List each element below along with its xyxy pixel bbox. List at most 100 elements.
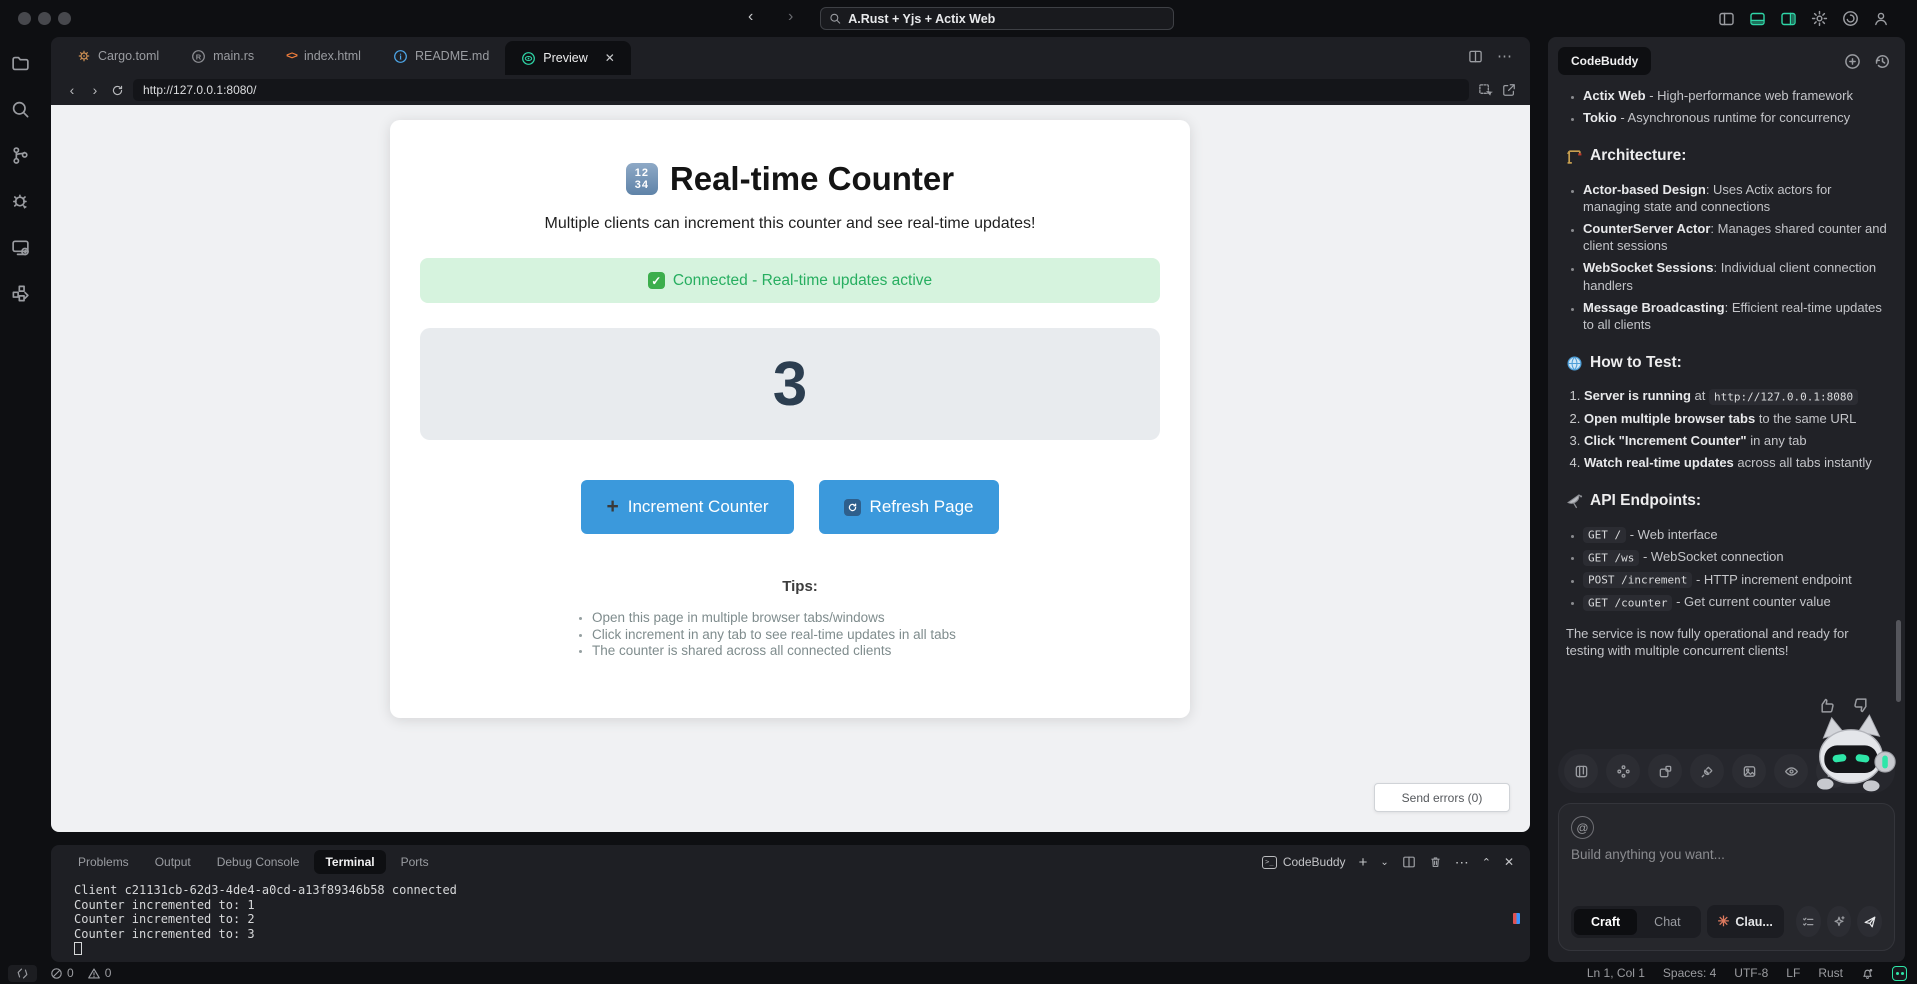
tip-item: The counter is shared across all connect…	[592, 643, 1010, 660]
browser-logo-icon[interactable]	[1842, 10, 1859, 27]
notifications-bell-icon[interactable]	[1861, 967, 1874, 980]
eye-icon[interactable]	[1774, 754, 1808, 788]
errors-count: 0	[67, 966, 74, 980]
tab-label: README.md	[414, 49, 490, 63]
window-minimize-button[interactable]	[38, 12, 51, 25]
dots-icon[interactable]	[1606, 754, 1640, 788]
terminal-line: Counter incremented to: 3	[74, 926, 255, 941]
claude-logo-icon: ✳	[1717, 913, 1730, 929]
history-icon[interactable]	[1874, 53, 1891, 70]
errors-indicator[interactable]: 0	[50, 966, 74, 980]
terminal-instance[interactable]: >_ CodeBuddy	[1261, 855, 1346, 869]
model-selector[interactable]: ✳ Clau...	[1706, 905, 1784, 938]
remote-indicator[interactable]	[8, 964, 37, 982]
window-zoom-button[interactable]	[58, 12, 71, 25]
html-code-icon: <>	[286, 50, 298, 62]
encoding-indicator[interactable]: UTF-8	[1734, 966, 1768, 980]
layout-sidebar-left-icon[interactable]	[1718, 11, 1735, 27]
plus-emoji-icon: +	[606, 495, 619, 518]
new-chat-icon[interactable]	[1844, 53, 1861, 70]
chat-session-tab[interactable]: CodeBuddy	[1558, 47, 1652, 75]
tab-close-icon[interactable]: ✕	[605, 51, 615, 65]
line-col-indicator[interactable]: Ln 1, Col 1	[1587, 966, 1645, 980]
editor-more-actions-icon[interactable]: ⋯	[1497, 47, 1512, 65]
image-icon[interactable]	[1732, 754, 1766, 788]
panel-more-actions-icon[interactable]: ⋯	[1455, 854, 1469, 871]
terminal-output[interactable]: Client c21131cb-62d3-4de4-a0cd-a13f89346…	[51, 875, 1530, 956]
preview-back-icon[interactable]: ‹	[65, 82, 79, 98]
tab-output[interactable]: Output	[144, 850, 202, 874]
how-to-test-heading: How to Test:	[1566, 353, 1889, 373]
board-icon[interactable]	[1564, 754, 1598, 788]
maximize-panel-icon[interactable]: ⌃	[1482, 856, 1491, 869]
close-panel-icon[interactable]: ✕	[1504, 855, 1514, 869]
mode-craft-button[interactable]: Craft	[1574, 908, 1638, 935]
increment-counter-button[interactable]: + Increment Counter	[581, 480, 794, 534]
split-terminal-icon[interactable]	[1402, 855, 1416, 869]
svg-text:R: R	[196, 52, 202, 61]
tab-problems[interactable]: Problems	[67, 850, 140, 874]
editor-group: Cargo.toml R main.rs <> index.html i REA…	[51, 37, 1530, 832]
explorer-icon[interactable]	[10, 53, 30, 73]
warnings-indicator[interactable]: 0	[87, 966, 111, 980]
command-center-search[interactable]	[820, 7, 1174, 30]
window-close-button[interactable]	[18, 12, 31, 25]
send-errors-button[interactable]: Send errors (0)	[1374, 783, 1510, 812]
search-sidebar-icon[interactable]	[10, 99, 30, 119]
url-field[interactable]: http://127.0.0.1:8080/	[133, 79, 1469, 101]
settings-gear-icon[interactable]	[1811, 10, 1828, 27]
remote-explorer-icon[interactable]	[10, 237, 30, 257]
terminal-icon: >_	[1261, 855, 1277, 869]
kill-terminal-icon[interactable]	[1429, 855, 1442, 869]
reload-icon[interactable]	[111, 84, 124, 97]
tab-label: main.rs	[213, 49, 255, 63]
layout-sidebar-right-icon[interactable]	[1780, 11, 1797, 27]
terminal-cursor	[74, 942, 82, 956]
split-editor-icon[interactable]	[1468, 49, 1483, 64]
tab-terminal[interactable]: Terminal	[314, 850, 386, 874]
mention-icon[interactable]: @	[1571, 816, 1594, 839]
element-select-icon[interactable]	[1478, 83, 1493, 98]
send-icon[interactable]	[1857, 906, 1882, 937]
page-subtitle: Multiple clients can increment this coun…	[544, 215, 1036, 232]
task-list-icon[interactable]	[1795, 906, 1821, 937]
source-control-icon[interactable]	[10, 145, 30, 165]
terminal-dropdown-icon[interactable]: ⌄	[1380, 857, 1388, 868]
test-steps-list: Server is running at http://127.0.0.1:80…	[1566, 387, 1889, 471]
codebuddy-status-icon[interactable]	[1892, 965, 1907, 981]
panel-tab-bar: Problems Output Debug Console Terminal P…	[51, 845, 1530, 875]
layout-panel-icon[interactable]	[1749, 11, 1766, 27]
tab-cargo-toml[interactable]: Cargo.toml	[61, 37, 175, 75]
tab-readme-md[interactable]: i README.md	[377, 37, 505, 75]
blocks-icon[interactable]	[1648, 754, 1682, 788]
chat-scrollbar[interactable]	[1896, 620, 1901, 702]
history-forward-button[interactable]: ›	[788, 8, 793, 26]
language-indicator[interactable]: Rust	[1818, 966, 1843, 980]
indent-indicator[interactable]: Spaces: 4	[1663, 966, 1716, 980]
new-terminal-icon[interactable]: +	[1359, 854, 1368, 871]
tab-ports[interactable]: Ports	[390, 850, 440, 874]
tab-index-html[interactable]: <> index.html	[270, 37, 377, 75]
open-external-icon[interactable]	[1502, 83, 1516, 97]
tab-debug-console[interactable]: Debug Console	[206, 850, 311, 874]
history-back-button[interactable]: ‹	[748, 8, 753, 26]
run-debug-icon[interactable]	[10, 191, 30, 211]
account-icon[interactable]	[1873, 11, 1889, 27]
connection-status-text: Connected - Real-time updates active	[672, 271, 933, 289]
tab-main-rs[interactable]: R main.rs	[175, 37, 270, 75]
terminal-scroll-marker	[1513, 913, 1520, 924]
enhance-prompt-icon[interactable]	[1826, 906, 1852, 937]
tab-preview[interactable]: Preview ✕	[505, 41, 631, 75]
terminal-line: Client c21131cb-62d3-4de4-a0cd-a13f89346…	[74, 883, 457, 897]
eol-indicator[interactable]: LF	[1786, 966, 1800, 980]
mode-chat-button[interactable]: Chat	[1637, 909, 1697, 935]
tips-title-text: Tips:	[782, 578, 818, 595]
chat-input[interactable]	[1571, 847, 1882, 887]
preview-eye-icon	[522, 51, 536, 65]
preview-forward-icon[interactable]: ›	[88, 82, 102, 98]
refresh-page-button[interactable]: Refresh Page	[818, 480, 999, 534]
extensions-icon[interactable]	[10, 283, 30, 303]
search-input[interactable]	[848, 11, 1165, 26]
plug-icon[interactable]	[1690, 754, 1724, 788]
list-item: GET /ws - WebSocket connection	[1583, 548, 1889, 566]
